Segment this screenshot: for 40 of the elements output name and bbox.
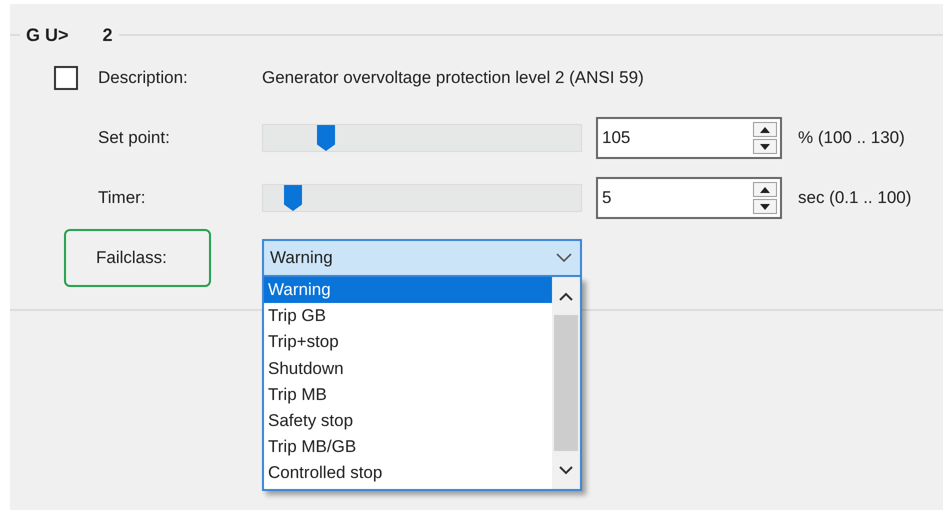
- unit-text: % (100 .. 130): [798, 127, 905, 150]
- up-arrow-icon: [760, 126, 770, 132]
- group-number: 2: [102, 24, 113, 47]
- spin-field[interactable]: 5: [596, 177, 782, 219]
- spin-down-button[interactable]: [753, 139, 777, 154]
- group-title: G U>: [26, 24, 69, 47]
- field-label: Set point:: [98, 127, 171, 150]
- spin-down-button[interactable]: [753, 199, 777, 214]
- unit-text: sec (0.1 .. 100): [798, 187, 912, 210]
- scroll-down-icon[interactable]: [559, 466, 573, 474]
- field-value[interactable]: 105: [598, 125, 750, 151]
- field-value[interactable]: 5: [598, 185, 750, 211]
- dropdown-option[interactable]: Safety stop: [264, 408, 552, 434]
- scroll-up-icon[interactable]: [559, 292, 573, 300]
- slider-thumb[interactable]: [317, 125, 335, 151]
- scrollbar-thumb[interactable]: [554, 315, 578, 451]
- dropdown-option[interactable]: Trip MB: [264, 382, 552, 408]
- dropdown-option[interactable]: Trip GB: [264, 303, 552, 330]
- spin-field[interactable]: 105: [596, 117, 782, 159]
- scrollbar[interactable]: [552, 277, 580, 489]
- caret-icon: [556, 253, 572, 263]
- slider-thumb[interactable]: [284, 185, 302, 211]
- slider[interactable]: [262, 124, 582, 152]
- up-arrow-icon: [760, 186, 770, 192]
- checkbox[interactable]: [54, 66, 78, 90]
- field-label: Timer:: [98, 187, 147, 210]
- dropdown-option[interactable]: Trip+stop: [264, 329, 552, 356]
- spin-up-button[interactable]: [753, 122, 777, 137]
- spin-up-button[interactable]: [753, 182, 777, 197]
- down-arrow-icon: [760, 204, 770, 210]
- slider[interactable]: [262, 184, 582, 212]
- dropdown[interactable]: Warning: [262, 239, 582, 277]
- dropdown-option[interactable]: Controlled stop: [264, 460, 552, 486]
- dropdown-option[interactable]: Trip MB/GB: [264, 434, 552, 460]
- description-text: Generator overvoltage protection level 2 (ANSI 59): [262, 67, 644, 90]
- field-label: Description:: [98, 67, 189, 90]
- field-label: Failclass:: [64, 229, 211, 287]
- dropdown-option[interactable]: Shutdown: [264, 356, 552, 382]
- dropdown-option[interactable]: Warning: [264, 277, 552, 304]
- down-arrow-icon: [760, 144, 770, 150]
